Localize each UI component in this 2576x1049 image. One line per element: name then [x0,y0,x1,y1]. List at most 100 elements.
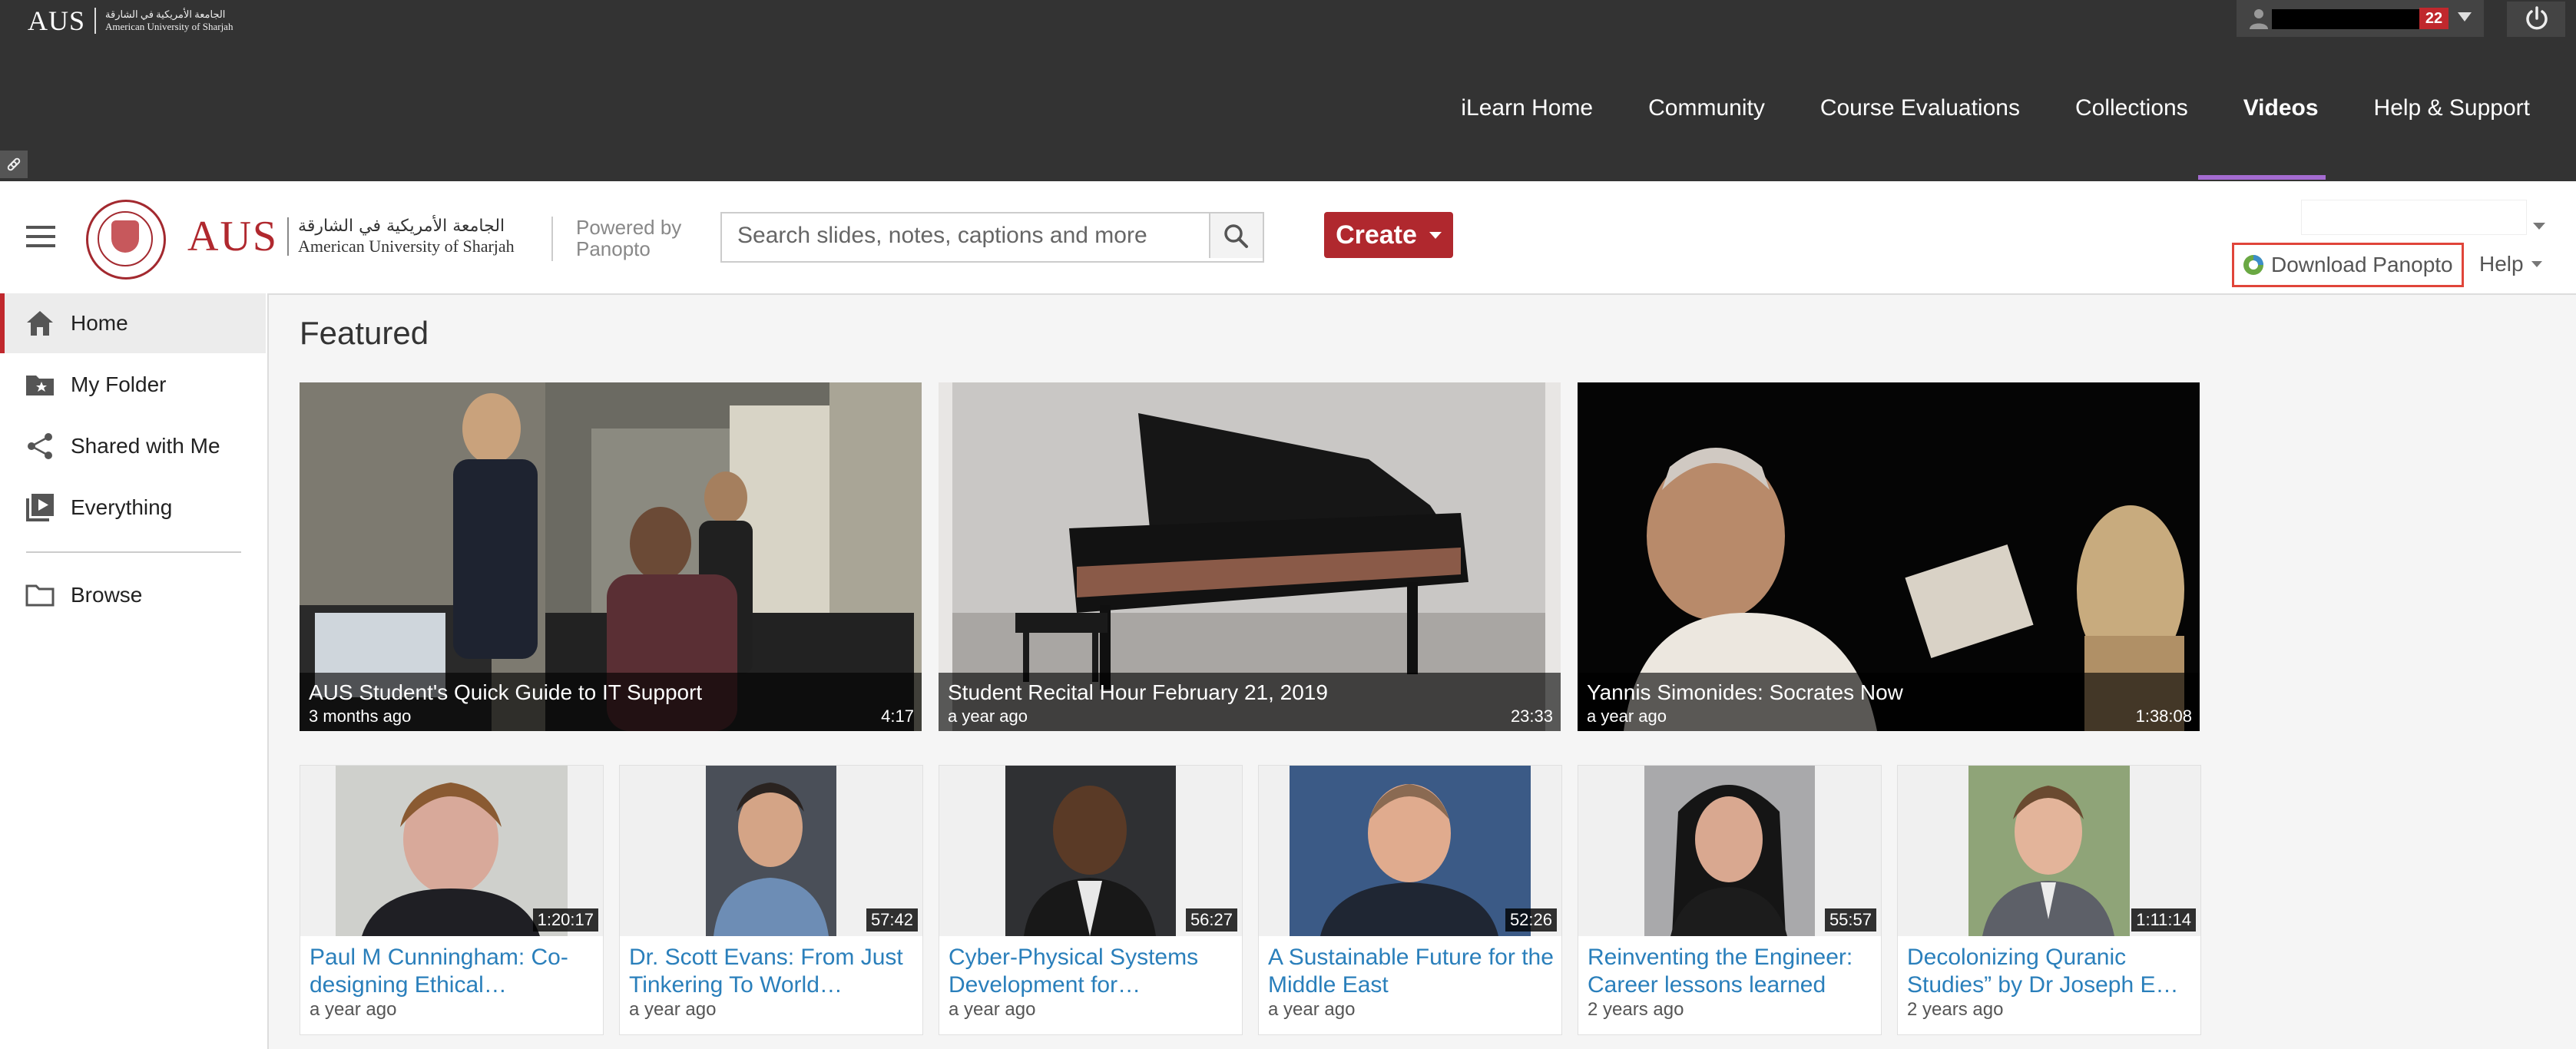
sidebar-item-everything[interactable]: Everything [0,478,266,538]
home-icon [23,306,57,340]
link-icon [7,157,21,171]
powered-line-2: Panopto [576,237,651,260]
lms-top-bar: AUS الجامعة الأمريكية في الشارقة America… [0,0,2576,181]
search-icon [1224,224,1248,248]
featured-video-card[interactable]: Yannis Simonides: Socrates Now a year ag… [1578,382,2200,731]
sidebar-item-browse[interactable]: Browse [0,565,266,625]
nav-community[interactable]: Community [1648,95,1765,121]
download-label: Download Panopto [2271,253,2453,276]
video-caption: Yannis Simonides: Socrates Now a year ag… [1578,673,2200,731]
search-input[interactable] [722,213,1235,258]
logout-button[interactable] [2507,2,2565,37]
video-age: a year ago [310,999,397,1020]
user-icon [2250,9,2268,29]
help-label: Help [2479,252,2524,276]
video-duration: 1:20:17 [532,908,598,932]
video-age: a year ago [948,707,1028,726]
share-icon [23,429,57,463]
sidebar-item-shared-with-me[interactable]: Shared with Me [0,416,266,476]
video-age: 2 years ago [1907,999,2004,1020]
sidebar-item-home[interactable]: Home [0,293,266,353]
video-title[interactable]: Paul M Cunningham: Co-designing Ethical… [310,944,595,999]
video-caption: AUS Student's Quick Guide to IT Support … [300,673,922,731]
video-tile[interactable]: 52:26 A Sustainable Future for the Middl… [1258,765,1562,1035]
panopto-header: AUS الجامعة الأمريكية في الشارقة America… [0,181,2576,295]
power-icon [2526,6,2548,30]
sidebar-item-label: Browse [71,583,143,607]
video-title[interactable]: Reinventing the Engineer: Career lessons… [1588,944,1873,999]
panopto-logo-icon [2243,255,2263,275]
nav-ilearn-home[interactable]: iLearn Home [1461,95,1593,121]
account-field-redacted[interactable] [2301,200,2527,235]
nav-course-evaluations[interactable]: Course Evaluations [1820,95,2020,121]
sidebar-item-my-folder[interactable]: My Folder [0,355,266,415]
active-nav-indicator [2198,175,2326,180]
link-pin-button[interactable] [0,151,28,178]
video-title[interactable]: Yannis Simonides: Socrates Now [1587,680,1903,705]
video-duration: 57:42 [866,908,918,932]
video-duration: 52:26 [1505,908,1557,932]
video-tile[interactable]: 56:27 Cyber-Physical Systems Development… [939,765,1243,1035]
caret-down-icon[interactable] [2458,12,2472,22]
brand-english-text: American University of Sharjah [298,237,515,256]
video-duration: 1:11:14 [2131,908,2196,932]
aus-brand-logo[interactable]: AUS الجامعة الأمريكية في الشارقة America… [187,212,515,261]
video-age: a year ago [1268,999,1356,1020]
video-title[interactable]: Student Recital Hour February 21, 2019 [948,680,1328,705]
video-age: a year ago [1587,707,1667,726]
video-duration: 1:38:08 [2135,707,2192,726]
video-tile[interactable]: 1:20:17 Paul M Cunningham: Co-designing … [300,765,604,1035]
user-name-redacted [2272,9,2422,29]
nav-help-support[interactable]: Help & Support [2374,95,2530,121]
caret-down-icon [1429,231,1442,239]
nav-collections[interactable]: Collections [2075,95,2188,121]
video-title[interactable]: AUS Student's Quick Guide to IT Support [309,680,702,705]
create-label: Create [1336,220,1417,250]
video-age: 3 months ago [309,707,412,726]
aus-logo[interactable]: AUS الجامعة الأمريكية في الشارقة America… [28,5,233,37]
sidebar-divider [26,551,241,553]
menu-icon[interactable] [26,226,55,249]
search-button[interactable] [1209,213,1263,258]
sidebar-item-label: Home [71,311,128,335]
sidebar: Home My Folder Shared with Me Everything… [0,293,269,1049]
nav-videos[interactable]: Videos [2243,95,2319,121]
top-navigation: iLearn Home Community Course Evaluations… [1406,95,2530,121]
sidebar-item-label: My Folder [71,372,167,396]
video-duration: 56:27 [1185,908,1237,932]
video-tile[interactable]: 1:11:14 Decolonizing Quranic Studies” by… [1897,765,2201,1035]
logo-aus-text: AUS [28,5,86,36]
sidebar-item-label: Everything [71,495,173,519]
folder-star-icon [23,368,57,402]
featured-video-card[interactable]: AUS Student's Quick Guide to IT Support … [300,382,922,731]
video-age: 2 years ago [1588,999,1684,1020]
video-duration: 55:57 [1824,908,1876,932]
video-title[interactable]: A Sustainable Future for the Middle East [1268,944,1554,999]
featured-heading: Featured [300,315,429,351]
brand-aus-text: AUS [187,213,279,260]
brand-separator [287,217,290,256]
video-duration: 23:33 [1510,707,1553,726]
create-button[interactable]: Create [1324,212,1453,258]
featured-video-card[interactable]: Student Recital Hour February 21, 2019 a… [939,382,1561,731]
logo-separator [94,8,97,34]
video-age: a year ago [949,999,1036,1020]
video-tile[interactable]: 55:57 Reinventing the Engineer: Career l… [1578,765,1882,1035]
video-title[interactable]: Decolonizing Quranic Studies” by Dr Jose… [1907,944,2193,999]
help-menu[interactable]: Help [2479,252,2542,276]
caret-down-icon [2531,261,2542,267]
download-panopto-button[interactable]: Download Panopto [2232,243,2464,287]
video-title[interactable]: Dr. Scott Evans: From Just Tinkering To … [629,944,915,999]
video-library-icon [23,491,57,524]
video-title[interactable]: Cyber-Physical Systems Development for… [949,944,1234,999]
video-tile[interactable]: 57:42 Dr. Scott Evans: From Just Tinkeri… [619,765,923,1035]
notification-badge[interactable]: 22 [2419,8,2449,29]
video-duration: 4:17 [881,707,914,726]
video-age: a year ago [629,999,717,1020]
powered-by-panopto: Powered by Panopto [551,217,681,261]
search-box [720,212,1264,263]
university-seal-logo [86,200,166,280]
user-menu[interactable]: 22 [2237,0,2484,37]
caret-down-icon[interactable] [2533,223,2545,230]
folder-icon [23,578,57,612]
